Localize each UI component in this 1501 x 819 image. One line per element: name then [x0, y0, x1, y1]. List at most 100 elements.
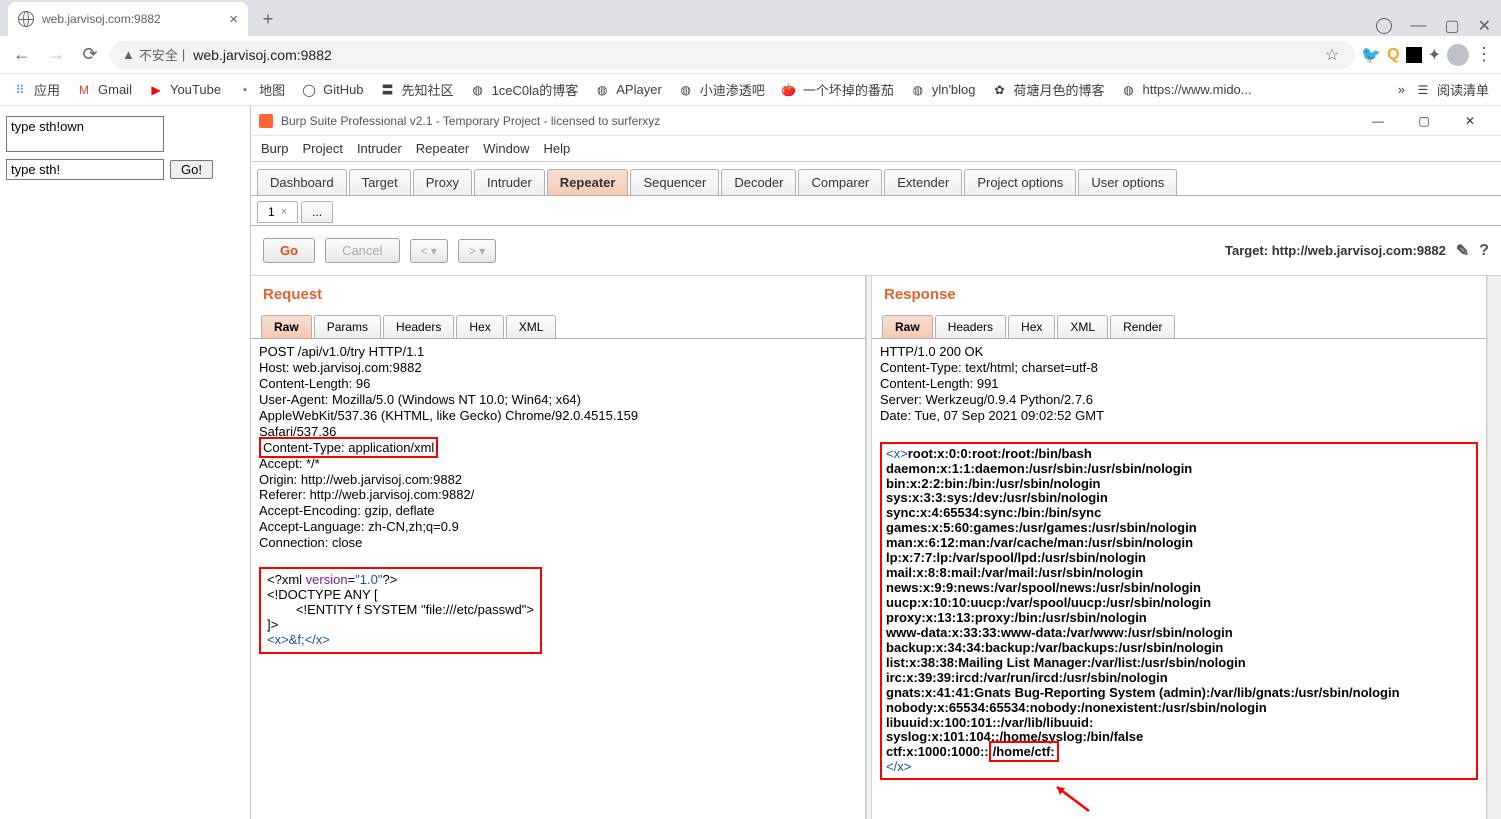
ext-bird-icon[interactable]: 🐦 [1361, 45, 1381, 65]
repeater-tab-1[interactable]: 1× [257, 201, 298, 223]
bookmark-mido[interactable]: ◍https://www.mido... [1121, 82, 1252, 98]
bookmark-youtube[interactable]: ▶YouTube [148, 82, 221, 98]
bookmark-map[interactable]: ⬩地图 [237, 80, 285, 99]
edit-target-icon[interactable]: ✎ [1456, 241, 1469, 261]
tab-close-icon[interactable]: × [229, 11, 238, 28]
close-icon[interactable]: × [281, 206, 287, 218]
tab-intruder[interactable]: Intruder [474, 169, 545, 195]
ext-black-icon[interactable] [1406, 47, 1422, 63]
github-icon: ◯ [301, 82, 317, 98]
globe-icon: ◍ [678, 82, 694, 98]
new-tab-button[interactable]: + [254, 5, 282, 33]
burp-main-tabs: Dashboard Target Proxy Intruder Repeater… [251, 164, 1501, 196]
text-input[interactable] [6, 159, 164, 180]
burp-close-icon[interactable]: ✕ [1447, 106, 1493, 136]
bookmark-github[interactable]: ◯GitHub [301, 82, 363, 98]
tab-title: web.jarvisoj.com:9882 [42, 12, 161, 26]
apps-shortcut[interactable]: ⠿应用 [12, 80, 60, 99]
browser-tab[interactable]: web.jarvisoj.com:9882 × [8, 2, 248, 36]
bookmark-xiaodi[interactable]: ◍小迪渗透吧 [678, 80, 765, 99]
tab-extender[interactable]: Extender [884, 169, 962, 195]
browser-toolbar: ← → ⟳ ▲ 不安全 | web.jarvisoj.com:9882 ☆ 🐦 … [0, 36, 1501, 74]
request-tab-xml[interactable]: XML [506, 315, 557, 338]
textarea-input[interactable]: type sth!own [6, 116, 164, 152]
menu-repeater[interactable]: Repeater [416, 141, 469, 156]
history-next-button[interactable]: > ▾ [458, 239, 496, 263]
bookmark-ylnblog[interactable]: ◍yln'blog [910, 82, 976, 98]
profile-avatar-icon[interactable] [1447, 44, 1469, 66]
tab-target[interactable]: Target [349, 169, 411, 195]
tab-comparer[interactable]: Comparer [798, 169, 882, 195]
back-button[interactable]: ← [8, 41, 36, 69]
tab-repeater[interactable]: Repeater [547, 169, 629, 195]
bookmark-gmail[interactable]: MGmail [76, 82, 132, 98]
cancel-button[interactable]: Cancel [325, 238, 399, 263]
bookmark-aplayer[interactable]: ◍APlayer [594, 82, 662, 98]
response-subtabs: Raw Headers Hex XML Render [872, 311, 1486, 339]
extensions-icon[interactable]: ✦ [1428, 45, 1441, 65]
account-circle-icon[interactable] [1376, 18, 1392, 34]
reading-list[interactable]: ☰阅读清单 [1415, 80, 1489, 99]
request-tab-raw[interactable]: Raw [261, 315, 312, 338]
burp-title-text: Burp Suite Professional v2.1 - Temporary… [281, 114, 660, 128]
help-icon[interactable]: ? [1479, 242, 1489, 260]
not-secure-indicator[interactable]: ▲ 不安全 | [122, 45, 185, 64]
repeater-action-row: Go Cancel < ▾ > ▾ Target: http://web.jar… [251, 226, 1501, 276]
menu-window[interactable]: Window [483, 141, 529, 156]
repeater-tab-more[interactable]: ... [301, 201, 333, 223]
burp-maximize-icon[interactable]: ▢ [1401, 106, 1447, 136]
globe-icon: ◍ [470, 82, 486, 98]
tab-decoder[interactable]: Decoder [721, 169, 796, 195]
ext-orange-icon[interactable]: Q [1387, 46, 1399, 64]
bookmark-icecola[interactable]: ◍1ceC0la的博客 [470, 80, 579, 99]
close-window-icon[interactable]: ✕ [1478, 16, 1491, 36]
request-tab-headers[interactable]: Headers [383, 315, 454, 338]
request-tab-params[interactable]: Params [314, 315, 381, 338]
menu-project[interactable]: Project [302, 141, 342, 156]
lotus-icon: ✿ [992, 82, 1008, 98]
highlighted-content-type: Content-Type: application/xml [259, 437, 438, 458]
menu-intruder[interactable]: Intruder [357, 141, 402, 156]
maximize-window-icon[interactable]: ▢ [1444, 16, 1459, 36]
globe-icon: ◍ [1121, 82, 1137, 98]
bookmark-hetang[interactable]: ✿荷塘月色的博客 [992, 80, 1105, 99]
minimize-window-icon[interactable]: — [1410, 17, 1426, 35]
bookmark-xianzhi[interactable]: 〓先知社区 [380, 80, 454, 99]
warning-icon: ▲ [122, 47, 135, 62]
apps-icon: ⠿ [12, 82, 28, 98]
response-tab-xml[interactable]: XML [1057, 315, 1108, 338]
go-page-button[interactable]: Go! [170, 160, 213, 179]
menu-burp[interactable]: Burp [261, 141, 288, 156]
tab-proxy[interactable]: Proxy [413, 169, 472, 195]
go-button[interactable]: Go [263, 238, 315, 263]
burp-titlebar: Burp Suite Professional v2.1 - Temporary… [251, 106, 1501, 136]
response-tab-raw[interactable]: Raw [882, 315, 933, 338]
request-body[interactable]: POST /api/v1.0/try HTTP/1.1 Host: web.ja… [251, 339, 865, 819]
reload-button[interactable]: ⟳ [76, 41, 104, 69]
tab-project-options[interactable]: Project options [964, 169, 1076, 195]
scrollbar[interactable] [1487, 276, 1501, 819]
tab-sequencer[interactable]: Sequencer [630, 169, 719, 195]
request-tab-hex[interactable]: Hex [456, 315, 503, 338]
bookmark-star-icon[interactable]: ☆ [1325, 45, 1339, 65]
youtube-icon: ▶ [148, 82, 164, 98]
history-prev-button[interactable]: < ▾ [410, 239, 448, 263]
tab-user-options[interactable]: User options [1078, 169, 1177, 195]
response-tab-hex[interactable]: Hex [1008, 315, 1055, 338]
repeater-sub-tabs: 1× ... [251, 198, 1501, 226]
menu-help[interactable]: Help [543, 141, 570, 156]
response-header: Response [872, 276, 1486, 311]
url-text: web.jarvisoj.com:9882 [193, 47, 332, 63]
address-bar[interactable]: ▲ 不安全 | web.jarvisoj.com:9882 ☆ [110, 41, 1355, 69]
menu-dots-icon[interactable]: ⋮ [1475, 44, 1493, 65]
response-tab-headers[interactable]: Headers [935, 315, 1006, 338]
bookmarks-overflow[interactable]: » [1398, 82, 1405, 97]
forward-button[interactable]: → [42, 41, 70, 69]
globe-icon [18, 11, 34, 27]
tab-dashboard[interactable]: Dashboard [257, 169, 347, 195]
response-tab-render[interactable]: Render [1110, 315, 1175, 338]
response-body[interactable]: HTTP/1.0 200 OK Content-Type: text/html;… [872, 339, 1486, 819]
request-header: Request [251, 276, 865, 311]
burp-minimize-icon[interactable]: — [1355, 106, 1401, 136]
bookmark-tomato[interactable]: 🍅一个坏掉的番茄 [781, 80, 894, 99]
